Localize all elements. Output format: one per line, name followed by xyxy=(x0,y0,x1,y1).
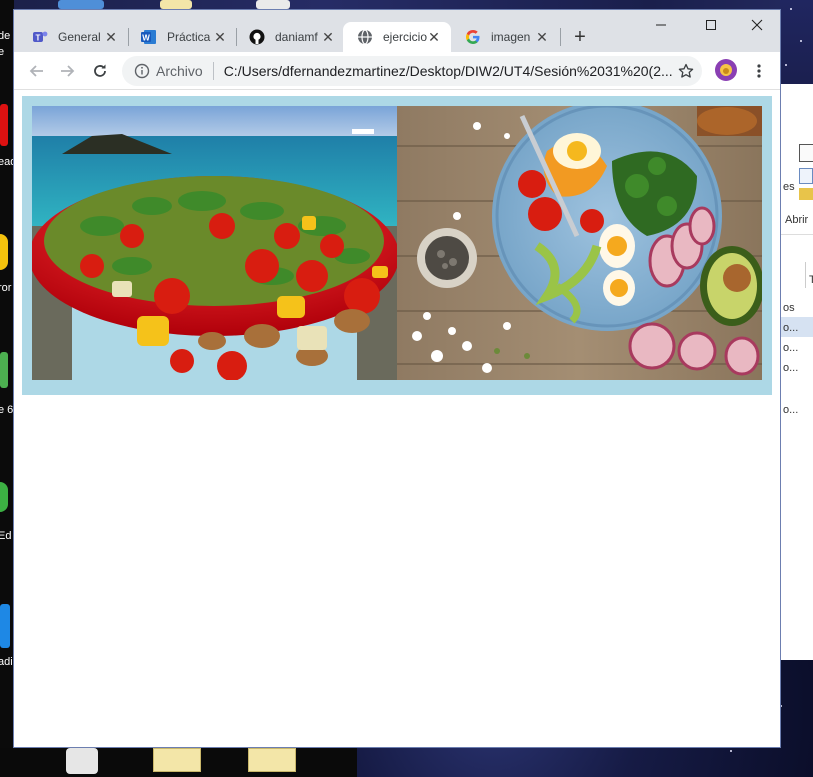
desktop-app-icon[interactable] xyxy=(0,604,10,648)
file-row-text[interactable]: o... xyxy=(783,362,798,374)
google-icon xyxy=(465,29,481,45)
tab-title: imagen xyxy=(491,30,531,44)
maximize-icon xyxy=(706,20,716,30)
image-icon xyxy=(397,106,762,380)
ribbon-label: es xyxy=(783,181,795,193)
desktop-app-icon[interactable] xyxy=(0,104,8,146)
file-row-text[interactable]: o... xyxy=(783,342,798,354)
star-icon xyxy=(678,63,694,78)
tab-practica[interactable]: W Práctica ✕ xyxy=(127,22,237,52)
scheme-chip: Archivo xyxy=(156,63,203,79)
tab-title: ejercicio xyxy=(383,30,427,44)
teams-icon: T xyxy=(32,29,48,45)
new-tab-button[interactable]: + xyxy=(570,27,590,47)
close-icon[interactable]: ✕ xyxy=(427,30,441,44)
desktop-icon-label: adi xyxy=(0,656,13,668)
tab-general[interactable]: T General ✕ xyxy=(18,22,128,52)
reload-icon xyxy=(94,64,106,77)
close-icon xyxy=(751,19,763,31)
browser-toolbar: Archivo C:/Users/dfernandezmartinez/Desk… xyxy=(14,52,780,90)
divider xyxy=(212,62,214,80)
star-decoration xyxy=(790,8,792,10)
image-gallery xyxy=(22,96,772,395)
desktop-app-icon[interactable] xyxy=(256,0,290,9)
star-decoration xyxy=(730,750,732,752)
bookmark-button[interactable] xyxy=(676,61,696,81)
avatar-icon xyxy=(720,64,732,76)
file-row-text[interactable]: os xyxy=(783,302,795,314)
url-text[interactable]: C:/Users/dfernandezmartinez/Desktop/DIW2… xyxy=(224,63,680,79)
maximize-button[interactable] xyxy=(688,12,734,38)
tab-title: Práctica xyxy=(167,30,211,44)
desktop-icon-label: e 6 xyxy=(0,404,14,416)
star-decoration xyxy=(800,40,802,42)
arrow-right-icon xyxy=(61,65,75,77)
tab-ejercicio[interactable]: ejercicio ✕ xyxy=(343,22,451,52)
close-window-button[interactable] xyxy=(734,12,780,38)
chrome-desktop-icon[interactable] xyxy=(0,234,8,270)
profile-avatar[interactable] xyxy=(715,59,737,81)
ribbon-open-button[interactable]: Abrir xyxy=(785,214,808,226)
svg-text:W: W xyxy=(142,34,150,43)
folder-icon[interactable] xyxy=(248,748,296,772)
desktop-icon-label: e xyxy=(0,46,5,58)
star-decoration xyxy=(785,64,787,66)
tab-title: General xyxy=(58,30,101,44)
reload-button[interactable] xyxy=(88,59,112,83)
salad-plate-wood-photo xyxy=(397,106,762,380)
desktop-app-icon[interactable] xyxy=(58,0,104,9)
tab-imagen[interactable]: imagen ✕ xyxy=(451,22,559,52)
svg-text:T: T xyxy=(36,34,41,43)
document-icon[interactable] xyxy=(799,144,813,162)
tab-separator xyxy=(560,28,561,46)
forward-button[interactable] xyxy=(56,59,80,83)
globe-icon xyxy=(357,29,373,45)
folder-icon[interactable] xyxy=(153,748,201,772)
github-icon xyxy=(249,29,265,45)
close-icon[interactable]: ✕ xyxy=(104,30,118,44)
word-icon: W xyxy=(141,29,157,45)
tab-strip: T General ✕ W Práctica ✕ daniamf ✕ ejerc xyxy=(14,10,780,52)
close-icon[interactable]: ✕ xyxy=(535,30,549,44)
star-decoration xyxy=(780,705,782,707)
chrome-window: T General ✕ W Práctica ✕ daniamf ✕ ejerc xyxy=(14,10,780,747)
kebab-menu-icon xyxy=(757,64,761,78)
page-viewport xyxy=(14,90,780,747)
folder-icon[interactable] xyxy=(799,188,813,200)
minimize-icon xyxy=(656,24,666,26)
divider xyxy=(781,234,813,235)
divider xyxy=(805,262,806,288)
folder-icon[interactable] xyxy=(160,0,192,9)
back-button[interactable] xyxy=(24,59,48,83)
close-icon[interactable]: ✕ xyxy=(213,30,227,44)
document-icon[interactable] xyxy=(799,168,813,184)
desktop-icon-label: Ed xyxy=(0,530,12,542)
column-header[interactable]: T xyxy=(809,274,813,286)
background-explorer-window: es Abrir T os o... o... o... o... xyxy=(780,84,813,660)
salad-bowl-sea-photo xyxy=(32,106,397,380)
close-icon[interactable]: ✕ xyxy=(321,30,335,44)
minimize-button[interactable] xyxy=(638,12,684,38)
edge-desktop-icon[interactable] xyxy=(0,482,8,512)
disk-icon[interactable] xyxy=(66,748,98,774)
info-icon[interactable] xyxy=(134,63,150,79)
file-row-text[interactable]: o... xyxy=(783,322,798,334)
image-icon xyxy=(32,106,397,380)
desktop-app-icon[interactable] xyxy=(0,352,8,388)
arrow-left-icon xyxy=(29,65,43,77)
desktop-icon-label: ror xyxy=(0,282,12,294)
tab-title: daniamf xyxy=(275,30,318,44)
tab-github[interactable]: daniamf ✕ xyxy=(235,22,345,52)
file-row-text[interactable]: o... xyxy=(783,404,798,416)
menu-button[interactable] xyxy=(751,59,767,83)
address-bar[interactable]: Archivo C:/Users/dfernandezmartinez/Desk… xyxy=(122,56,702,86)
desktop-icon-label: de xyxy=(0,30,11,42)
